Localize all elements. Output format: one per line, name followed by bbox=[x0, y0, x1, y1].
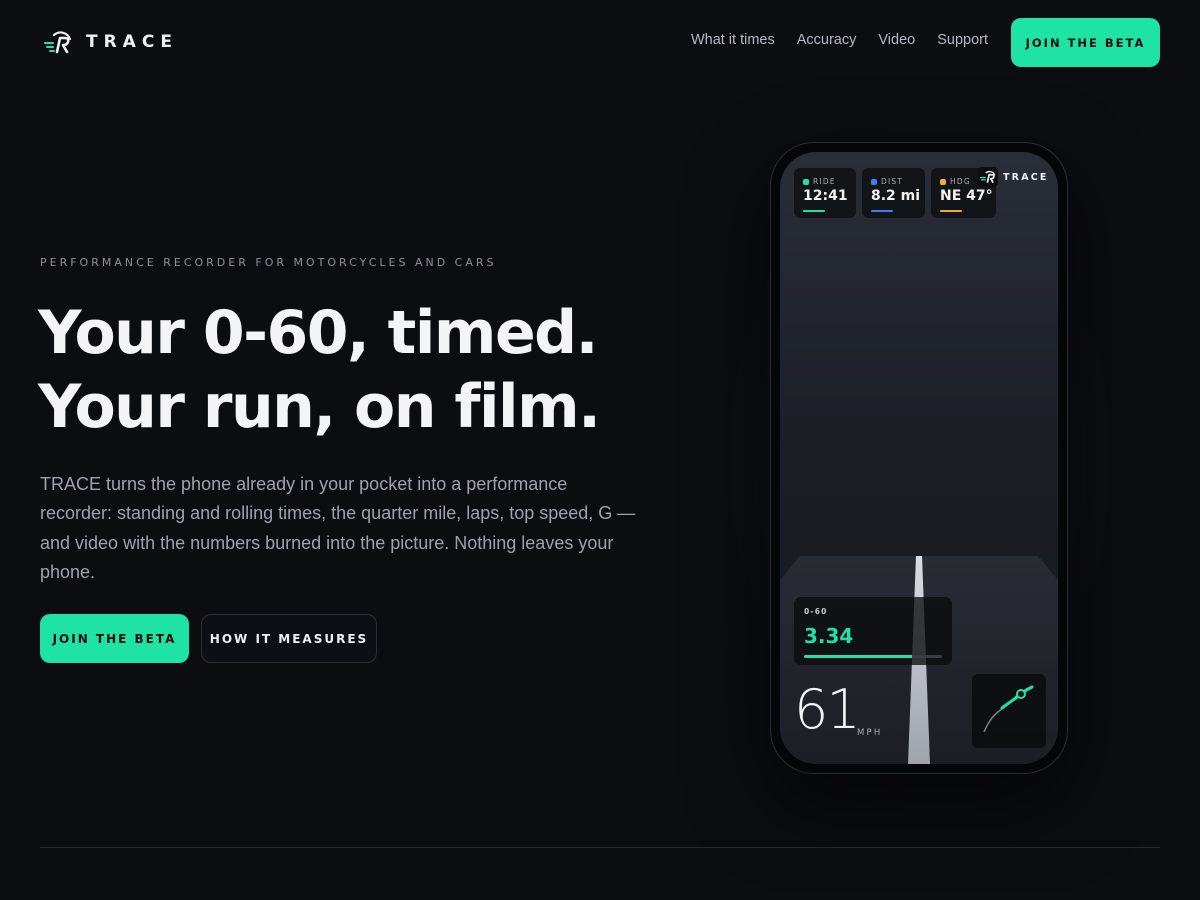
phone-mockup: RIDE 12:41 DIST 8.2 mi HDG NE 47° TRACE … bbox=[770, 142, 1068, 774]
stat-chip-ride: RIDE 12:41 bbox=[794, 168, 856, 218]
join-beta-button[interactable]: JOIN THE BETA bbox=[40, 614, 189, 663]
hdg-bar bbox=[940, 210, 962, 212]
dist-indicator bbox=[871, 178, 877, 185]
road-scene bbox=[780, 556, 1058, 764]
nav-links: What it times Accuracy Video Support bbox=[691, 32, 988, 48]
hero-headline: Your 0-60, timed. Your run, on film. bbox=[38, 296, 678, 444]
dist-bar bbox=[871, 210, 893, 212]
screen-brand-name: TRACE bbox=[1003, 171, 1049, 183]
ride-indicator bbox=[803, 178, 809, 185]
nav-link-accuracy[interactable]: Accuracy bbox=[797, 32, 857, 48]
route-map-icon bbox=[983, 685, 1034, 733]
hero-headline-line-1: Your 0-60, timed. bbox=[38, 298, 598, 368]
stat-value-dist: 8.2 mi bbox=[871, 188, 921, 204]
split-card: 0-60 3.34 bbox=[794, 597, 952, 665]
mini-map bbox=[972, 674, 1046, 748]
split-progress-track bbox=[804, 655, 942, 658]
speed-unit: MPH bbox=[857, 728, 883, 738]
nav-link-support[interactable]: Support bbox=[937, 32, 988, 48]
brand[interactable]: TRACE bbox=[44, 30, 178, 54]
section-divider bbox=[40, 847, 1160, 848]
ride-bar bbox=[803, 210, 825, 212]
screen-brand: TRACE bbox=[978, 167, 1049, 187]
stat-chip-dist: DIST 8.2 mi bbox=[862, 168, 925, 218]
phone-screen: RIDE 12:41 DIST 8.2 mi HDG NE 47° TRACE … bbox=[780, 152, 1058, 764]
nav-link-what-it-times[interactable]: What it times bbox=[691, 32, 775, 48]
trace-logo-icon bbox=[44, 31, 72, 54]
hero-description: TRACE turns the phone already in your po… bbox=[40, 474, 636, 582]
nav-join-beta-button[interactable]: JOIN THE BETA bbox=[1011, 18, 1160, 67]
stat-label-ride: RIDE bbox=[813, 177, 836, 186]
how-it-measures-button[interactable]: HOW IT MEASURES bbox=[201, 614, 377, 663]
split-label: 0-60 bbox=[804, 607, 828, 616]
split-progress-fill bbox=[804, 655, 912, 658]
brand-name: TRACE bbox=[86, 32, 178, 52]
split-value: 3.34 bbox=[804, 624, 854, 648]
hero-eyebrow: PERFORMANCE RECORDER FOR MOTORCYCLES AND… bbox=[40, 256, 497, 269]
top-nav: TRACE What it times Accuracy Video Suppo… bbox=[0, 0, 1200, 84]
hdg-indicator bbox=[940, 178, 946, 185]
trace-logo-icon bbox=[980, 170, 996, 184]
hero-headline-line-2: Your run, on film. bbox=[38, 372, 601, 442]
stat-value-hdg: NE 47° bbox=[940, 188, 993, 204]
stat-value-ride: 12:41 bbox=[803, 188, 848, 204]
nav-link-video[interactable]: Video bbox=[878, 32, 915, 48]
stat-label-hdg: HDG bbox=[950, 177, 971, 186]
stat-label-dist: DIST bbox=[881, 177, 904, 186]
speed-value: 61 bbox=[794, 678, 861, 741]
